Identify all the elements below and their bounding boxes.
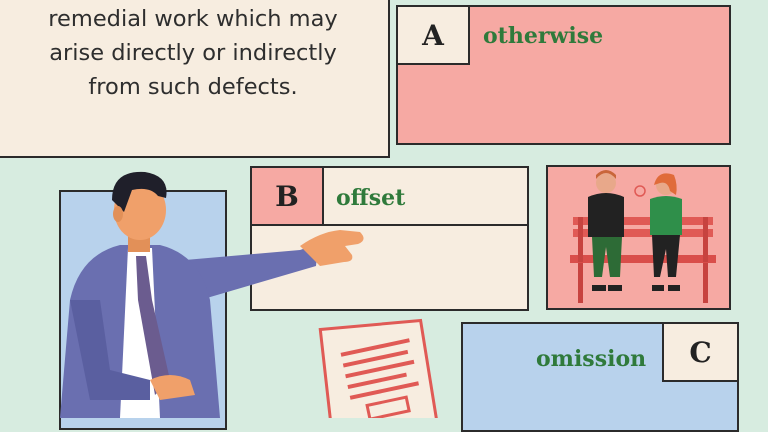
presenter-illustration (60, 171, 439, 418)
